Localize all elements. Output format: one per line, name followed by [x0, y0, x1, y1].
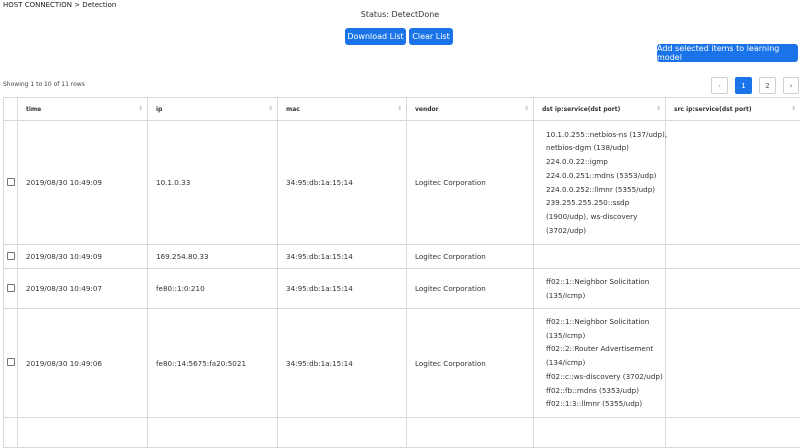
row-checkbox-cell [4, 309, 18, 418]
row-checkbox-cell [4, 121, 18, 245]
sort-icon[interactable]: ⇕ [791, 105, 796, 112]
service-line: netbios-dgm (138/udp) [546, 141, 665, 155]
service-line: 239.255.255.250::ssdp [546, 196, 665, 210]
clear-list-button[interactable]: Clear List [409, 28, 453, 45]
dst-services-cell [534, 418, 666, 448]
sort-icon[interactable]: ⇕ [268, 105, 273, 112]
table-row[interactable] [4, 418, 800, 448]
service-line: (1900/udp), ws-discovery [546, 210, 665, 224]
column-header-time[interactable]: time⇕ [18, 98, 148, 121]
service-line: 224.0.0.252::llmnr (5355/udp) [546, 183, 665, 197]
src-services-cell [666, 269, 800, 309]
row-checkbox[interactable] [7, 178, 15, 186]
sort-icon[interactable]: ⇕ [524, 105, 529, 112]
service-line: (134/icmp) [546, 356, 665, 370]
vendor-cell: Logitec Corporation [407, 309, 534, 418]
service-line: ff02::c::ws-discovery (3702/udp) [546, 370, 665, 384]
time-cell: 2019/08/30 10:49:06 [18, 309, 148, 418]
row-checkbox-cell [4, 418, 18, 448]
ip-cell: fe80::1:0:210 [148, 269, 278, 309]
row-checkbox[interactable] [7, 358, 15, 366]
vendor-cell [407, 418, 534, 448]
table-row[interactable]: 2019/08/30 10:49:0910.1.0.3334:95:db:1a:… [4, 121, 800, 245]
download-list-button[interactable]: Download List [345, 28, 406, 45]
service-line: ff02::2::Router Advertisement [546, 342, 665, 356]
dst-services-cell [534, 245, 666, 269]
mac-cell: 34:95:db:1a:15:14 [278, 121, 407, 245]
table-row[interactable]: 2019/08/30 10:49:06fe80::14:5675:fa20:50… [4, 309, 800, 418]
mac-cell: 34:95:db:1a:15:14 [278, 269, 407, 309]
pagination-page-2[interactable]: 2 [759, 77, 776, 94]
row-checkbox[interactable] [7, 252, 15, 260]
table-row[interactable]: 2019/08/30 10:49:09169.254.80.3334:95:db… [4, 245, 800, 269]
pagination-next-button[interactable]: › [783, 77, 799, 94]
ip-cell: 169.254.80.33 [148, 245, 278, 269]
time-cell: 2019/08/30 10:49:09 [18, 245, 148, 269]
mac-cell [278, 418, 407, 448]
dst-services-cell: 10.1.0.255::netbios-ns (137/udp),netbios… [534, 121, 666, 245]
status-text: Status: DetectDone [0, 10, 800, 19]
ip-cell: 10.1.0.33 [148, 121, 278, 245]
service-line: 224.0.0.251::mdns (5353/udp) [546, 169, 665, 183]
src-services-cell [666, 309, 800, 418]
src-services-cell [666, 245, 800, 269]
vendor-cell: Logitec Corporation [407, 121, 534, 245]
pagination-page-1[interactable]: 1 [735, 77, 752, 94]
table-row[interactable]: 2019/08/30 10:49:07fe80::1:0:21034:95:db… [4, 269, 800, 309]
sort-icon[interactable]: ⇕ [397, 105, 402, 112]
detection-table: time⇕ ip⇕ mac⇕ vendor⇕ dst ip:service(ds… [3, 97, 800, 448]
time-cell: 2019/08/30 10:49:07 [18, 269, 148, 309]
mac-cell: 34:95:db:1a:15:14 [278, 245, 407, 269]
service-line: (135/icmp) [546, 329, 665, 343]
service-line: ff02::fb::mdns (5353/udp) [546, 384, 665, 398]
column-header-mac[interactable]: mac⇕ [278, 98, 407, 121]
dst-services-cell: ff02::1::Neighbor Solicitation(135/icmp)… [534, 309, 666, 418]
add-to-learning-model-button[interactable]: Add selected items to learning model [657, 44, 798, 62]
row-checkbox[interactable] [7, 284, 15, 292]
column-header-ip[interactable]: ip⇕ [148, 98, 278, 121]
rows-summary: Showing 1 to 10 of 11 rows [3, 81, 85, 88]
column-header-dst[interactable]: dst ip:service(dst port)⇕ [534, 98, 666, 121]
service-line: (135/icmp) [546, 289, 665, 303]
row-checkbox-cell [4, 245, 18, 269]
time-cell: 2019/08/30 10:49:09 [18, 121, 148, 245]
service-line: ff02::1:3::llmnr (5355/udp) [546, 397, 665, 411]
table-header-row: time⇕ ip⇕ mac⇕ vendor⇕ dst ip:service(ds… [4, 98, 800, 121]
service-line: (3702/udp) [546, 224, 665, 238]
row-checkbox-cell [4, 269, 18, 309]
sort-icon[interactable]: ⇕ [138, 105, 143, 112]
sort-icon[interactable]: ⇕ [656, 105, 661, 112]
service-line: ff02::1::Neighbor Solicitation [546, 275, 665, 289]
service-line: 224.0.0.22::igmp [546, 155, 665, 169]
column-header-vendor[interactable]: vendor⇕ [407, 98, 534, 121]
select-all-header [4, 98, 18, 121]
service-line: ff02::1::Neighbor Solicitation [546, 315, 665, 329]
src-services-cell [666, 418, 800, 448]
pagination-prev-button[interactable]: ‹ [711, 77, 728, 94]
src-services-cell [666, 121, 800, 245]
service-line: 10.1.0.255::netbios-ns (137/udp), [546, 128, 665, 142]
vendor-cell: Logitec Corporation [407, 269, 534, 309]
time-cell [18, 418, 148, 448]
ip-cell: fe80::14:5675:fa20:5021 [148, 309, 278, 418]
mac-cell: 34:95:db:1a:15:14 [278, 309, 407, 418]
dst-services-cell: ff02::1::Neighbor Solicitation(135/icmp) [534, 269, 666, 309]
column-header-src[interactable]: src ip:service(dst port)⇕ [666, 98, 800, 121]
ip-cell [148, 418, 278, 448]
vendor-cell: Logitec Corporation [407, 245, 534, 269]
breadcrumb: HOST CONNECTION > Detection [3, 1, 116, 9]
